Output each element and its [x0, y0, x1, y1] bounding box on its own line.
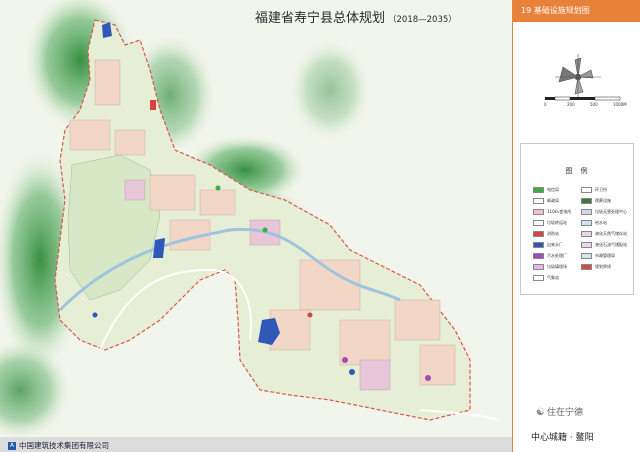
urban-parcel — [199, 189, 236, 216]
map-title: 福建省寿宁县总体规划 （2018—2035） — [255, 7, 457, 26]
legend-symbol-icon — [581, 198, 592, 204]
urban-parcel — [124, 179, 146, 201]
facility-marker — [215, 185, 221, 191]
legend-symbol-icon — [581, 231, 592, 237]
legend-item: 邮政局 — [533, 197, 559, 206]
legend-item: 电信局 — [533, 186, 559, 195]
legend-item: 环卫所 — [581, 186, 607, 195]
legend-symbol-icon — [581, 264, 592, 270]
map-title-years: （2018—2035） — [388, 15, 457, 25]
legend-item: 垃圾无害处理中心 — [581, 208, 627, 217]
facility-marker — [342, 357, 348, 363]
legend-title: 图 例 — [565, 167, 591, 175]
legend-symbol-icon — [533, 264, 544, 270]
legend-box: 图 例 电信局 环卫所邮政局 殡葬设施 110kv变电所 垃圾无害处理中心垃圾转运站 给水… — [520, 143, 634, 295]
legend-symbol-icon — [533, 275, 544, 281]
legend-item: 垃圾填埋场 — [533, 263, 567, 272]
legend-label: 邮政局 — [547, 198, 559, 203]
legend-label: 液化天然气储存站 — [595, 231, 627, 236]
legend-symbol-icon — [533, 209, 544, 215]
footer-label: 中心城籍 · 鳌阳 — [531, 433, 594, 443]
legend-label: 市政管理局 — [595, 253, 615, 258]
legend-item: 垃圾转运站 — [533, 219, 567, 228]
urban-parcel — [359, 359, 391, 391]
legend-item: 110kv变电所 — [533, 208, 571, 217]
facility-marker — [92, 312, 98, 318]
legend-item: 市政管理局 — [581, 252, 615, 261]
legend-symbol-icon — [581, 220, 592, 226]
compass-rose-icon — [555, 54, 601, 100]
legend-label: 110kv变电所 — [547, 209, 572, 214]
scale-tick: 200 — [567, 102, 575, 107]
mountain-shading — [290, 40, 370, 140]
legend-symbol-icon — [581, 187, 592, 193]
footer-bar: A 中国建筑技术集团有限公司 — [0, 437, 512, 452]
legend-item: 气象站 — [533, 274, 559, 283]
urban-parcel — [394, 299, 441, 341]
legend-label: 环卫所 — [595, 187, 607, 192]
watermark-text: 住在宁德 — [546, 408, 583, 418]
legend-label: 消防站 — [547, 231, 559, 236]
urban-parcel — [339, 319, 391, 366]
legend-item: 液化天然气储存站 — [581, 230, 627, 239]
legend-item: 给水站 — [581, 219, 607, 228]
legend-item: 殡葬设施 — [581, 197, 611, 206]
wechat-icon: ☯ — [536, 407, 545, 418]
legend-symbol-icon — [533, 220, 544, 226]
scale-tick: 500 — [590, 102, 598, 107]
legend-label: 液化石油气储配站 — [595, 242, 627, 247]
legend-label: 电信局 — [547, 187, 559, 192]
legend-symbol-icon — [581, 253, 592, 259]
scale-tick: 1000M — [613, 102, 627, 107]
legend-item: 规划界线 — [581, 263, 611, 272]
legend-symbol-icon — [533, 253, 544, 259]
legend-symbol-icon — [533, 198, 544, 204]
legend-label: 垃圾转运站 — [547, 220, 567, 225]
company-logo-icon: A — [8, 442, 16, 450]
watermark: ☯ 住在宁德 — [536, 405, 583, 418]
legend-label: 污水处理厂 — [547, 253, 567, 258]
legend-item: 自来水厂 — [533, 241, 563, 250]
company-name: 中国建筑技术集团有限公司 — [19, 441, 109, 450]
scale-tick: 0 — [544, 102, 547, 107]
company-logo: A 中国建筑技术集团有限公司 — [8, 440, 109, 451]
urban-parcel — [69, 119, 111, 151]
urban-parcel — [94, 59, 121, 106]
urban-parcel — [299, 259, 361, 311]
urban-parcel — [114, 129, 146, 156]
facility-marker — [425, 375, 431, 381]
legend-symbol-icon — [581, 209, 592, 215]
legend-symbol-icon — [533, 231, 544, 237]
legend-label: 垃圾无害处理中心 — [595, 209, 627, 214]
map-title-main: 福建省寿宁县总体规划 — [255, 11, 386, 26]
scale-bar: 0 200 500 1000M — [544, 96, 635, 110]
legend-label: 自来水厂 — [547, 242, 563, 247]
legend-item: 污水处理厂 — [533, 252, 567, 261]
panel-header: 19 基础设施规划图 — [513, 0, 640, 22]
facility-marker — [307, 312, 313, 318]
legend-panel: 19 基础设施规划图 0 200 500 1000M 图 例 电信局 环卫所邮政局… — [512, 0, 640, 452]
planning-map — [0, 0, 512, 437]
legend-item: 液化石油气储配站 — [581, 241, 627, 250]
legend-symbol-icon — [533, 187, 544, 193]
urban-parcel — [149, 174, 196, 211]
legend-item: 消防站 — [533, 230, 559, 239]
legend-label: 规划界线 — [595, 264, 611, 269]
legend-symbol-icon — [533, 242, 544, 248]
legend-label: 气象站 — [547, 275, 559, 280]
legend-label: 殡葬设施 — [595, 198, 611, 203]
facility-marker — [349, 369, 355, 375]
map-area[interactable]: 福建省寿宁县总体规划 （2018—2035） — [0, 0, 512, 437]
legend-symbol-icon — [581, 242, 592, 248]
legend-label: 给水站 — [595, 220, 607, 225]
legend-label: 垃圾填埋场 — [547, 264, 567, 269]
facility-marker — [150, 100, 156, 110]
facility-marker — [262, 227, 268, 233]
